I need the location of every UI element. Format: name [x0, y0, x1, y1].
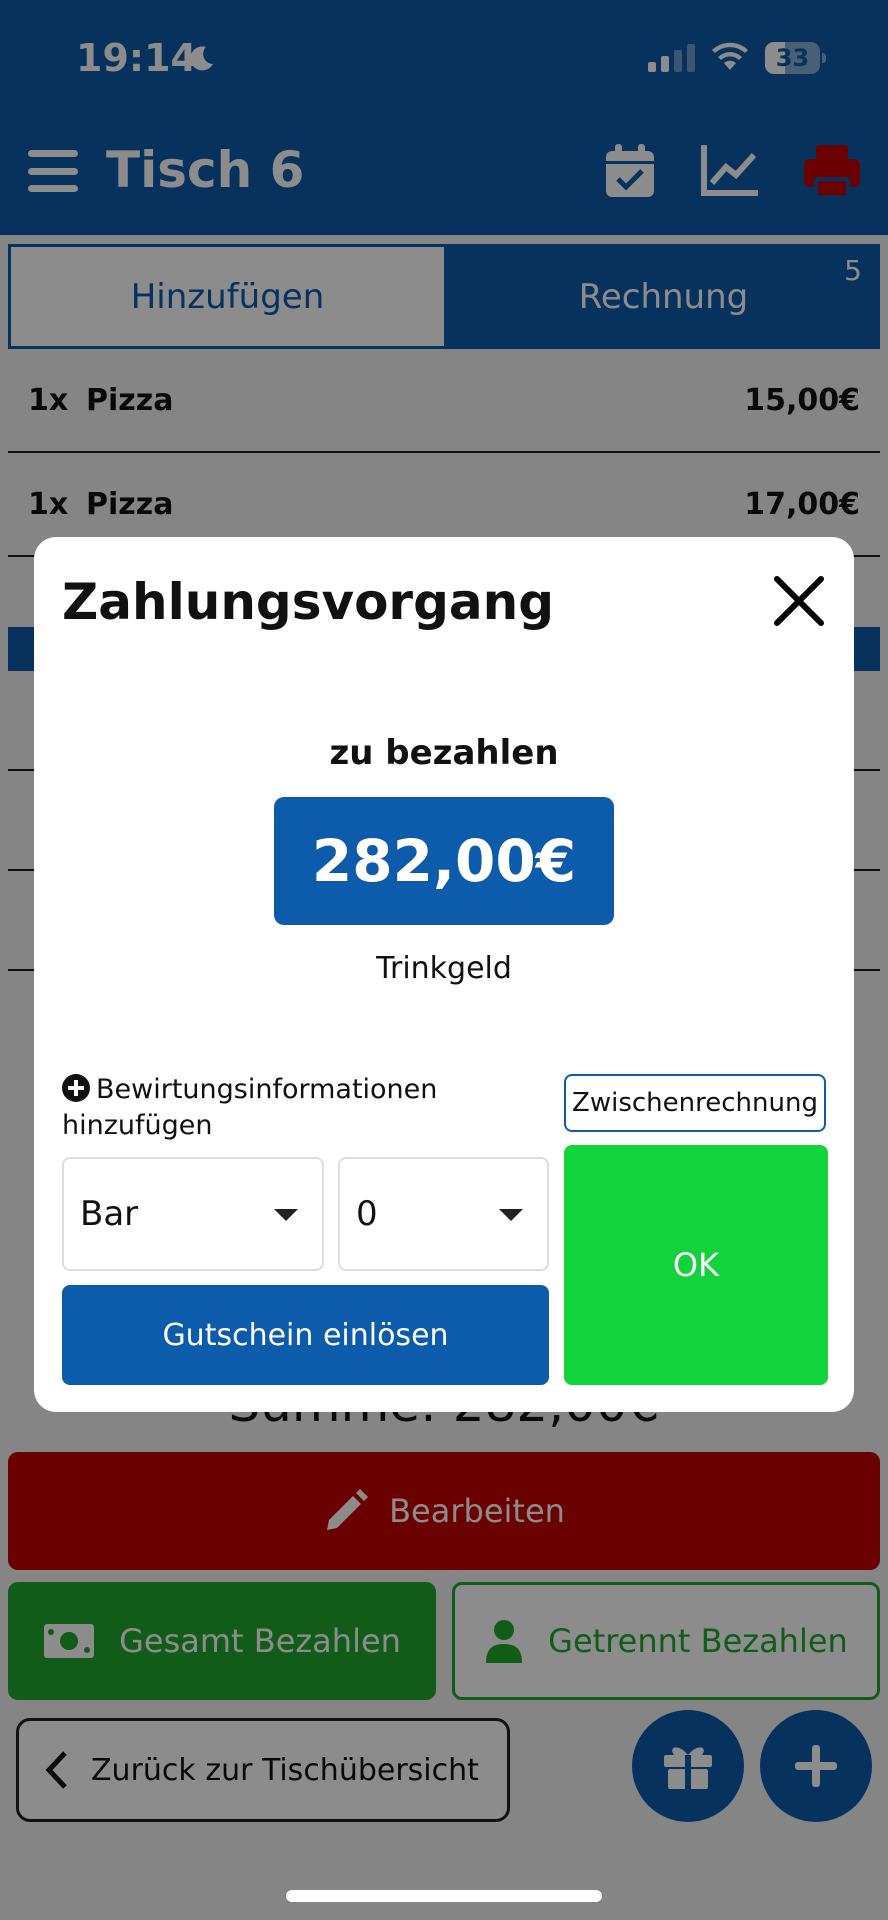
tip-label: Trinkgeld	[376, 951, 512, 986]
ok-label: OK	[672, 1246, 720, 1284]
plus-circle-icon	[62, 1074, 90, 1102]
chevron-down-icon	[499, 1209, 523, 1221]
add-hospitality-info-link[interactable]: Bewirtungsinformationen hinzufügen	[62, 1072, 462, 1144]
interim-bill-label: Zwischenrechnung	[572, 1088, 818, 1118]
home-indicator[interactable]	[286, 1890, 602, 1902]
payment-method-value: Bar	[80, 1194, 139, 1234]
ok-button[interactable]: OK	[564, 1145, 828, 1385]
add-hospitality-info-label: Bewirtungsinformationen hinzufügen	[62, 1074, 438, 1141]
payment-method-select[interactable]: Bar	[62, 1157, 324, 1271]
tip-amount-value: 0	[356, 1194, 378, 1234]
amount-due-value: 282,00€	[274, 797, 614, 925]
amount-due-label: zu bezahlen	[329, 733, 559, 773]
chevron-down-icon	[274, 1209, 298, 1221]
modal-title: Zahlungsvorgang	[62, 573, 554, 631]
close-icon[interactable]	[769, 571, 829, 631]
payment-modal: Zahlungsvorgang zu bezahlen 282,00€ Trin…	[34, 537, 854, 1412]
redeem-voucher-button[interactable]: Gutschein einlösen	[62, 1285, 549, 1385]
interim-bill-button[interactable]: Zwischenrechnung	[564, 1074, 826, 1132]
tip-amount-select[interactable]: 0	[338, 1157, 549, 1271]
redeem-voucher-label: Gutschein einlösen	[162, 1317, 449, 1353]
